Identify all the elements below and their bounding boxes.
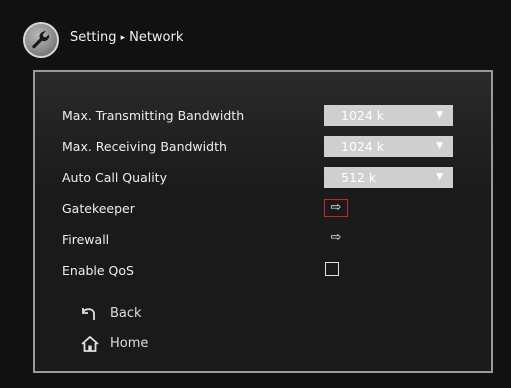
enable-qos-checkbox[interactable] [325,262,339,276]
max-receiving-bandwidth-dropdown[interactable]: 1024 k ▼ [324,136,453,157]
breadcrumb: Setting ▸ Network [70,30,183,45]
setting-label-enable-qos: Enable QoS [62,263,134,278]
dropdown-value: 1024 k [341,108,385,123]
chevron-down-icon: ▼ [436,141,443,151]
setting-label-max-receiving-bandwidth: Max. Receiving Bandwidth [62,139,227,154]
back-label: Back [110,306,142,321]
arrow-right-icon: ⇨ [330,200,342,215]
arrow-right-icon: ⇨ [330,230,342,245]
setting-label-firewall: Firewall [62,232,110,247]
home-label: Home [110,336,149,351]
breadcrumb-parent: Setting [70,30,117,45]
chevron-down-icon: ▼ [436,172,443,182]
gatekeeper-arrow-button[interactable]: ⇨ [324,199,348,217]
title-bar: Setting ▸ Network [0,0,511,66]
auto-call-quality-dropdown[interactable]: 512 k ▼ [324,167,453,188]
setting-label-max-transmitting-bandwidth: Max. Transmitting Bandwidth [62,108,245,123]
setting-label-gatekeeper: Gatekeeper [62,201,135,216]
dropdown-value: 512 k [341,170,377,185]
setting-label-auto-call-quality: Auto Call Quality [62,170,167,185]
breadcrumb-current: Network [129,30,184,45]
dropdown-value: 1024 k [341,139,385,154]
home-icon [81,335,99,352]
max-transmitting-bandwidth-dropdown[interactable]: 1024 k ▼ [324,105,453,126]
wrench-icon [23,22,59,58]
chevron-down-icon: ▼ [436,110,443,120]
breadcrumb-separator: ▸ [120,33,126,43]
back-arrow-icon [82,308,95,320]
firewall-arrow-button[interactable]: ⇨ [324,230,348,248]
